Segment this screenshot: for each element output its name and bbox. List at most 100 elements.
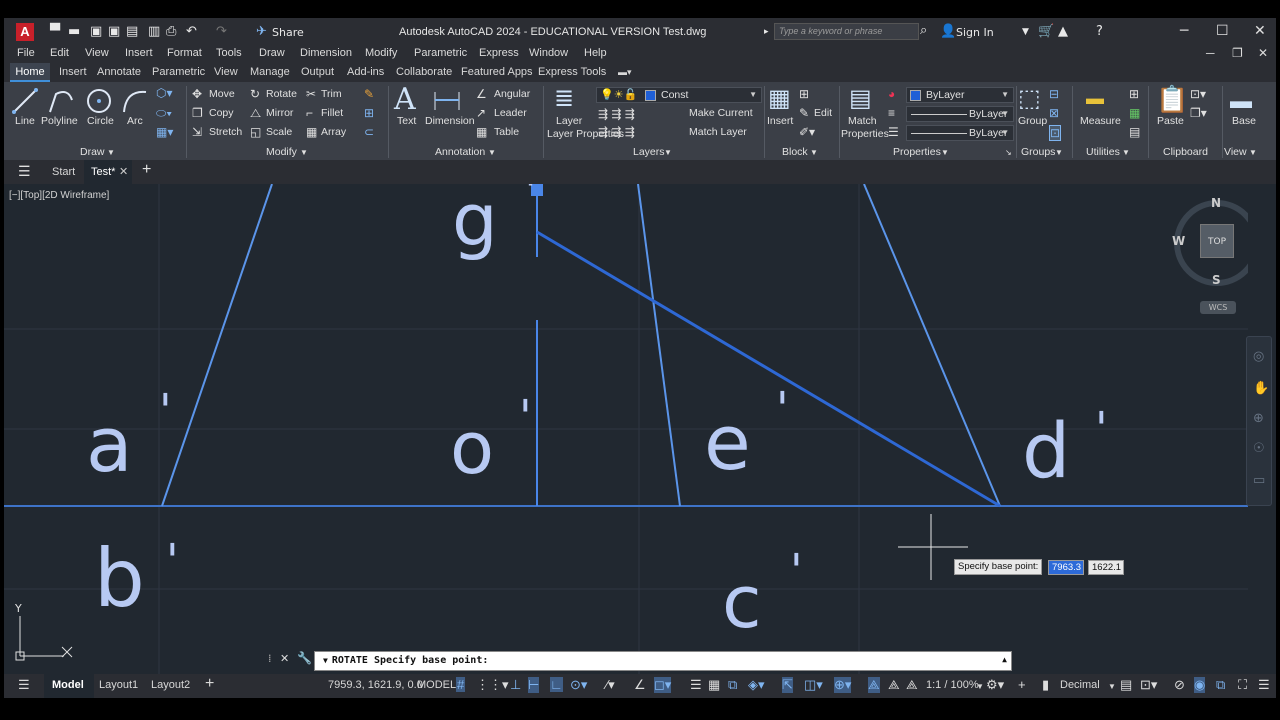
group-icon[interactable]: ⬚ bbox=[1018, 84, 1041, 113]
object-snap-tracking-icon[interactable]: ∠ bbox=[634, 677, 646, 693]
auto-scale-icon[interactable]: ⟁ bbox=[888, 677, 900, 693]
array-button[interactable]: Array bbox=[321, 126, 346, 138]
annotation-panel-title[interactable]: Annotation bbox=[435, 146, 485, 158]
gradient-icon[interactable]: ▦▾ bbox=[156, 125, 173, 139]
table-button[interactable]: Table bbox=[494, 126, 519, 138]
new-tab-icon[interactable]: + bbox=[142, 161, 151, 179]
layer-tools-icons[interactable]: ⇶ ⇶ ⇶ bbox=[598, 107, 635, 121]
layer-properties-icon[interactable]: ≣ bbox=[554, 84, 574, 113]
group-button[interactable]: Group bbox=[1018, 115, 1047, 127]
hamburger-menu-icon[interactable]: ☰ bbox=[18, 163, 31, 180]
hatch-icon[interactable]: ⬭▾ bbox=[156, 106, 172, 121]
minimize-icon[interactable]: ─ bbox=[1180, 23, 1188, 39]
polar-tracking-icon[interactable]: ⊙▾ bbox=[570, 677, 587, 693]
workspace-gear-icon[interactable]: ⚙▾ bbox=[986, 677, 1004, 693]
command-history-icon[interactable]: ▼ bbox=[323, 656, 328, 665]
open-web-icon[interactable]: ▤ bbox=[126, 24, 138, 39]
ungroup-icon[interactable]: ⊟ bbox=[1049, 87, 1059, 101]
share-button[interactable]: Share bbox=[272, 26, 304, 39]
calculator-icon[interactable]: ▦ bbox=[1129, 106, 1140, 120]
modify-panel-expand-icon[interactable]: ▼ bbox=[300, 148, 308, 157]
menu-insert[interactable]: Insert bbox=[125, 47, 153, 59]
insert-button[interactable]: Insert bbox=[767, 115, 793, 127]
doc-minimize-icon[interactable]: ─ bbox=[1206, 46, 1215, 60]
annotation-scale-icon[interactable]: ⟁ bbox=[906, 677, 918, 693]
maximize-icon[interactable]: ☐ bbox=[1216, 23, 1229, 39]
save-as-icon[interactable]: ▣ bbox=[108, 24, 120, 39]
menu-window[interactable]: Window bbox=[529, 47, 568, 59]
tab-collaborate[interactable]: Collaborate bbox=[396, 66, 452, 78]
edit-block-button[interactable]: Edit bbox=[814, 107, 832, 119]
erase-icon[interactable]: ✎ bbox=[364, 87, 374, 101]
user-icon[interactable]: 👤 bbox=[940, 24, 956, 39]
dynamic-input-y-field[interactable]: 1622.1 bbox=[1088, 560, 1124, 575]
lock-ui-icon[interactable]: ⊡▾ bbox=[1140, 677, 1157, 693]
save-icon[interactable]: ▣ bbox=[90, 24, 102, 39]
polyline-button[interactable]: Polyline bbox=[41, 115, 78, 127]
leader-button[interactable]: Leader bbox=[494, 107, 527, 119]
annotation-scale-dropdown-icon[interactable]: ▼ bbox=[976, 682, 984, 691]
command-history-expand-icon[interactable]: ▲ bbox=[1002, 655, 1007, 664]
steering-wheel-icon[interactable]: ◎ bbox=[1253, 349, 1264, 364]
lineweight-display-icon[interactable]: ☰ bbox=[690, 677, 702, 693]
match-properties-icon[interactable]: ▤ bbox=[849, 84, 872, 113]
new-layout-icon[interactable]: + bbox=[205, 675, 214, 693]
autodesk-a360-icon[interactable]: ▲ bbox=[1058, 24, 1068, 39]
tab-featured-apps[interactable]: Featured Apps bbox=[461, 66, 533, 78]
menu-modify[interactable]: Modify bbox=[365, 47, 397, 59]
doc-close-icon[interactable]: ✕ bbox=[1258, 46, 1268, 60]
paste-icon[interactable]: 📋 bbox=[1156, 84, 1188, 115]
move-button[interactable]: Move bbox=[209, 88, 235, 100]
layout-menu-icon[interactable]: ☰ bbox=[18, 677, 30, 693]
rotate-button[interactable]: Rotate bbox=[266, 88, 297, 100]
clean-screen-icon[interactable]: ⧉ bbox=[1216, 677, 1225, 693]
match-properties-label-1[interactable]: Match bbox=[848, 115, 877, 127]
viewcube-top-face[interactable]: TOP bbox=[1200, 224, 1234, 258]
paste-button[interactable]: Paste bbox=[1157, 115, 1184, 127]
undo-icon[interactable]: ↶ bbox=[186, 24, 197, 39]
quick-select-icon[interactable]: ⊞ bbox=[1129, 87, 1139, 101]
group-selection-icon[interactable]: ⊡ bbox=[1049, 125, 1062, 141]
customization-menu-icon[interactable]: ☰ bbox=[1258, 677, 1270, 693]
zoom-extents-icon[interactable]: ⊕ bbox=[1253, 411, 1264, 426]
base-button[interactable]: Base bbox=[1232, 115, 1256, 127]
dynamic-input-x-field[interactable]: 7963.3 bbox=[1048, 560, 1084, 575]
layers-panel-title[interactable]: Layers bbox=[633, 146, 665, 158]
menu-tools[interactable]: Tools bbox=[216, 47, 242, 59]
fullscreen-icon[interactable]: ⛶ bbox=[1238, 677, 1247, 693]
circle-icon[interactable] bbox=[84, 86, 114, 116]
clipboard-panel-title[interactable]: Clipboard bbox=[1163, 146, 1208, 158]
command-line-input[interactable]: ▼ ROTATE Specify base point: ▲ bbox=[314, 651, 1012, 671]
tab-add-ins[interactable]: Add-ins bbox=[347, 66, 384, 78]
menu-format[interactable]: Format bbox=[167, 47, 202, 59]
help-icon[interactable]: ? bbox=[1096, 24, 1103, 39]
autocad-app-icon[interactable]: A bbox=[16, 23, 34, 41]
block-panel-title[interactable]: Block bbox=[782, 146, 808, 158]
base-view-icon[interactable]: ▬ bbox=[1230, 88, 1252, 114]
dimension-button[interactable]: Dimension bbox=[425, 115, 475, 127]
close-icon[interactable]: ✕ bbox=[1254, 23, 1266, 39]
utilities-panel-expand-icon[interactable]: ▼ bbox=[1122, 148, 1130, 157]
modify-panel-title[interactable]: Modify bbox=[266, 146, 297, 158]
autodesk-app-store-icon[interactable]: 🛒 bbox=[1038, 24, 1054, 39]
search-expand-icon[interactable]: ▸ bbox=[764, 27, 769, 37]
groups-panel-expand-icon[interactable]: ▼ bbox=[1055, 148, 1063, 157]
sign-in-dropdown-icon[interactable]: ▼ bbox=[1022, 27, 1029, 37]
cut-icon[interactable]: ⊡▾ bbox=[1190, 87, 1206, 101]
color-dropdown[interactable]: ByLayer ▼ bbox=[906, 87, 1014, 103]
menu-view[interactable]: View bbox=[85, 47, 109, 59]
model-space-toggle[interactable]: MODEL bbox=[417, 679, 456, 691]
active-file-tab[interactable]: Test* ✕ bbox=[84, 160, 132, 184]
tab-manage[interactable]: Manage bbox=[250, 66, 290, 78]
block-panel-expand-icon[interactable]: ▼ bbox=[810, 148, 818, 157]
search-icon[interactable]: ⌕ bbox=[920, 23, 927, 38]
tab-express-tools[interactable]: Express Tools bbox=[538, 66, 606, 78]
gizmo-icon[interactable]: ⊕▾ bbox=[834, 677, 852, 693]
share-icon[interactable]: ✈ bbox=[256, 24, 267, 39]
infer-constraints-icon[interactable]: ⊥ bbox=[510, 677, 521, 693]
projector-e-line[interactable] bbox=[637, 184, 681, 507]
lineweight-dropdown[interactable]: ByLayer ▼ bbox=[906, 125, 1014, 141]
rectangle-icon[interactable]: ⬡▾ bbox=[156, 86, 173, 100]
drawing-viewport[interactable]: [−][Top][2D Wireframe] g ' a ' o ' e ' d… bbox=[4, 184, 1248, 674]
match-properties-button[interactable]: Properties bbox=[841, 128, 889, 140]
